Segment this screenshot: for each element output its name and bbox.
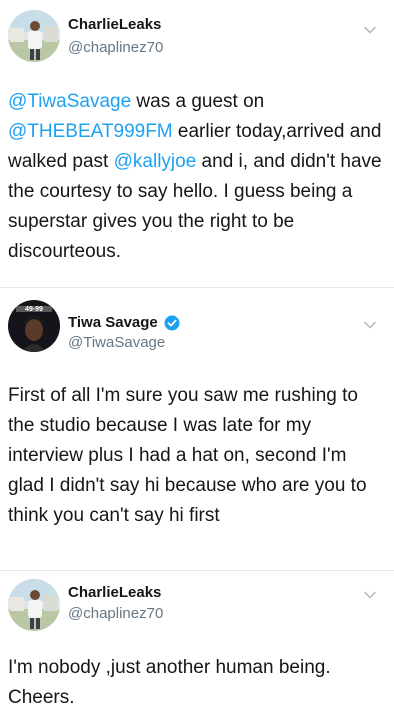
mention-link[interactable]: @kallyjoe	[114, 151, 197, 172]
avatar[interactable]	[8, 10, 60, 62]
verified-badge-icon	[164, 315, 180, 330]
display-name[interactable]: CharlieLeaks	[68, 584, 161, 601]
user-handle[interactable]: @TiwaSavage	[68, 334, 165, 351]
user-handle[interactable]: @chaplinez70	[68, 39, 163, 56]
text-span: I'm nobody ,just another human being. Ch…	[8, 657, 331, 708]
name-row: CharlieLeaks	[68, 16, 161, 33]
chevron-down-icon[interactable]	[362, 587, 378, 603]
avatar[interactable]	[8, 579, 60, 631]
name-row: Tiwa Savage	[68, 314, 180, 331]
avatar-badge-text: 49-99	[25, 306, 43, 313]
user-handle[interactable]: @chaplinez70	[68, 605, 163, 622]
name-row: CharlieLeaks	[68, 584, 161, 601]
avatar[interactable]: 49-99	[8, 300, 60, 352]
tweet-text: @TiwaSavage was a guest on @THEBEAT999FM…	[8, 87, 384, 267]
mention-link[interactable]: @THEBEAT999FM	[8, 121, 173, 142]
text-span: First of all I'm sure you saw me rushing…	[8, 385, 367, 526]
display-name[interactable]: CharlieLeaks	[68, 16, 161, 33]
tweet-card[interactable]: CharlieLeaks @chaplinez70 @TiwaSavage wa…	[0, 0, 394, 287]
display-name[interactable]: Tiwa Savage	[68, 314, 158, 331]
mention-link[interactable]: @TiwaSavage	[8, 91, 131, 112]
tweet-card[interactable]: CharlieLeaks @chaplinez70 I'm nobody ,ju…	[0, 571, 394, 720]
tweet-card[interactable]: 49-99 Tiwa Savage @TiwaSavage First of a…	[0, 288, 394, 570]
tweet-text: I'm nobody ,just another human being. Ch…	[8, 653, 384, 713]
text-span: was a guest on	[131, 91, 265, 112]
tweet-text: First of all I'm sure you saw me rushing…	[8, 381, 384, 531]
chevron-down-icon[interactable]	[362, 22, 378, 38]
chevron-down-icon[interactable]	[362, 317, 378, 333]
